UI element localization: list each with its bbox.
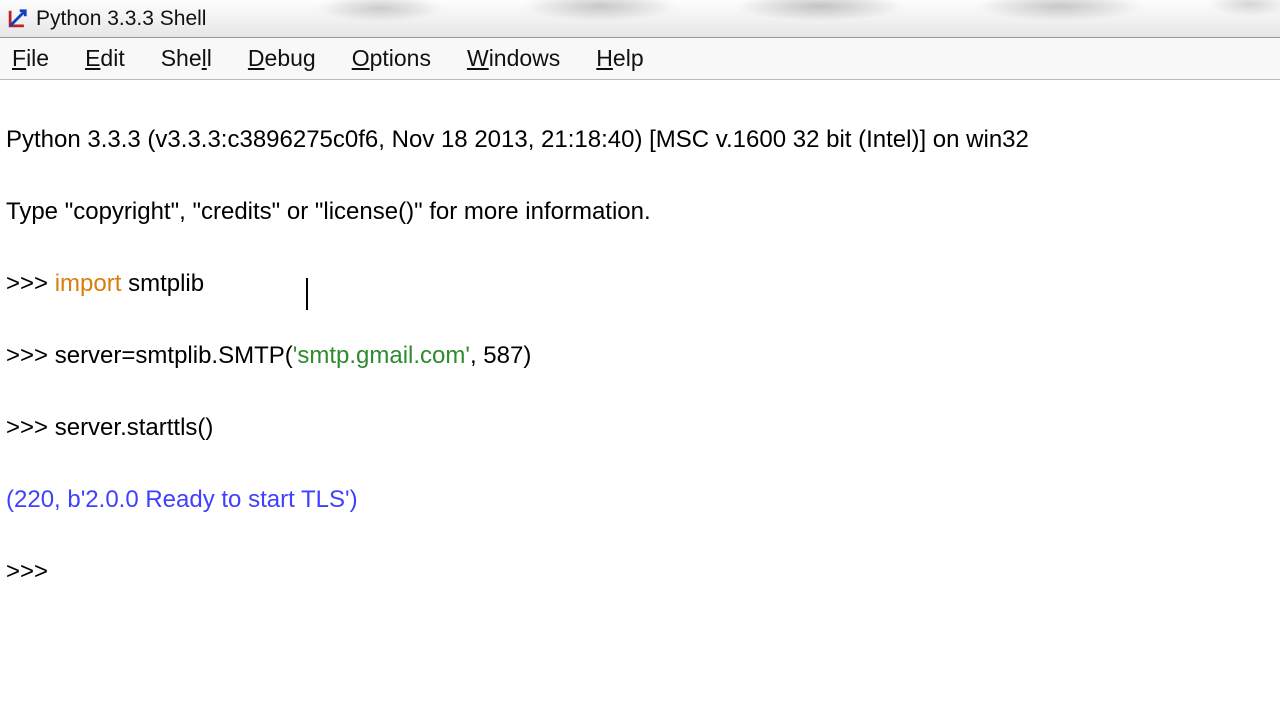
menu-edit[interactable]: Edit — [79, 41, 131, 76]
banner-line-1: Python 3.3.3 (v3.3.3:c3896275c0f6, Nov 1… — [6, 122, 1274, 158]
prompt: >>> — [6, 558, 48, 585]
prompt: >>> — [6, 414, 55, 441]
input-line-1: >>> import smtplib — [6, 266, 1274, 302]
text-cursor — [306, 278, 308, 310]
title-bar: Python 3.3.3 Shell — [0, 0, 1280, 38]
code-text: server.starttls() — [55, 414, 214, 441]
keyword-import: import — [55, 270, 122, 297]
menu-windows[interactable]: Windows — [461, 41, 566, 76]
code-text: smtplib — [121, 270, 204, 297]
app-icon — [6, 8, 28, 30]
menu-bar: File Edit Shell Debug Options Windows He… — [0, 38, 1280, 80]
shell-text-area[interactable]: Python 3.3.3 (v3.3.3:c3896275c0f6, Nov 1… — [0, 80, 1280, 662]
menu-shell[interactable]: Shell — [155, 41, 218, 76]
output-line-1: (220, b'2.0.0 Ready to start TLS') — [6, 482, 1274, 518]
code-text: , 587) — [470, 342, 531, 369]
input-line-3: >>> server.starttls() — [6, 410, 1274, 446]
window-title: Python 3.3.3 Shell — [36, 7, 206, 31]
prompt: >>> — [6, 270, 55, 297]
menu-debug[interactable]: Debug — [242, 41, 322, 76]
menu-file[interactable]: File — [6, 41, 55, 76]
prompt: >>> — [6, 342, 55, 369]
menu-options[interactable]: Options — [346, 41, 437, 76]
input-line-2: >>> server=smtplib.SMTP('smtp.gmail.com'… — [6, 338, 1274, 374]
string-literal: 'smtp.gmail.com' — [293, 342, 470, 369]
code-text: server=smtplib.SMTP( — [55, 342, 293, 369]
current-prompt-line: >>> — [6, 554, 1274, 590]
banner-line-2: Type "copyright", "credits" or "license(… — [6, 194, 1274, 230]
menu-help[interactable]: Help — [590, 41, 649, 76]
